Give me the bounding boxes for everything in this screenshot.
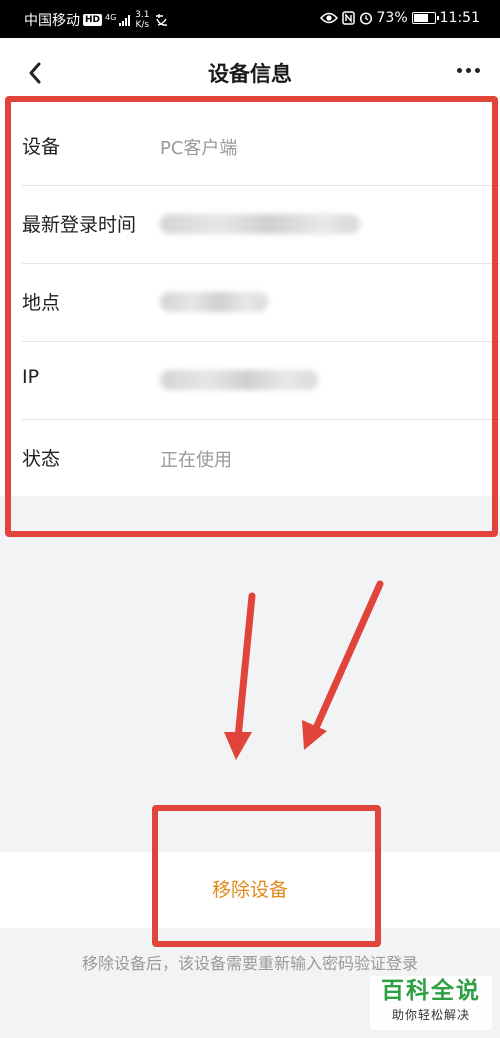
watermark-title: 百科全说 [381, 978, 481, 1004]
speed-unit: K/s [135, 20, 150, 30]
battery-icon [411, 12, 439, 24]
network-speed: 3.1 K/s [133, 10, 151, 30]
more-options-icon[interactable] [457, 68, 480, 73]
carrier-name: 中国移动 [24, 13, 80, 29]
annotation-box-info [5, 96, 498, 537]
annotation-arrow-right [302, 580, 384, 750]
page-title: 设备信息 [208, 62, 292, 86]
hd-badge: HD [83, 14, 103, 26]
network-type: 4G [105, 12, 117, 22]
status-right: 73% 11:51 [319, 10, 480, 26]
watermark-logo: 百科全说 助你轻松解决 [370, 976, 492, 1030]
annotation-box-remove [152, 805, 381, 947]
status-left: 中国移动 HD 4G 3.1 K/s [24, 10, 170, 30]
eye-icon [319, 12, 338, 24]
nfc-icon [341, 11, 355, 25]
speed-value: 3.1 [135, 10, 150, 20]
alarm-icon [359, 12, 372, 25]
remove-hint-text: 移除设备后，该设备需要重新输入密码验证登录 [81, 954, 418, 973]
battery-percent: 73% [376, 10, 408, 26]
status-bar: 中国移动 HD 4G 3.1 K/s 73% 11:51 [0, 0, 500, 38]
annotation-arrow-left [224, 592, 256, 760]
watermark-subtitle: 助你轻松解决 [391, 1008, 470, 1022]
battery-fill [413, 14, 428, 22]
signal-icon [119, 14, 131, 26]
clock: 11:51 [439, 10, 480, 26]
wechat-notification-icon [156, 14, 168, 26]
